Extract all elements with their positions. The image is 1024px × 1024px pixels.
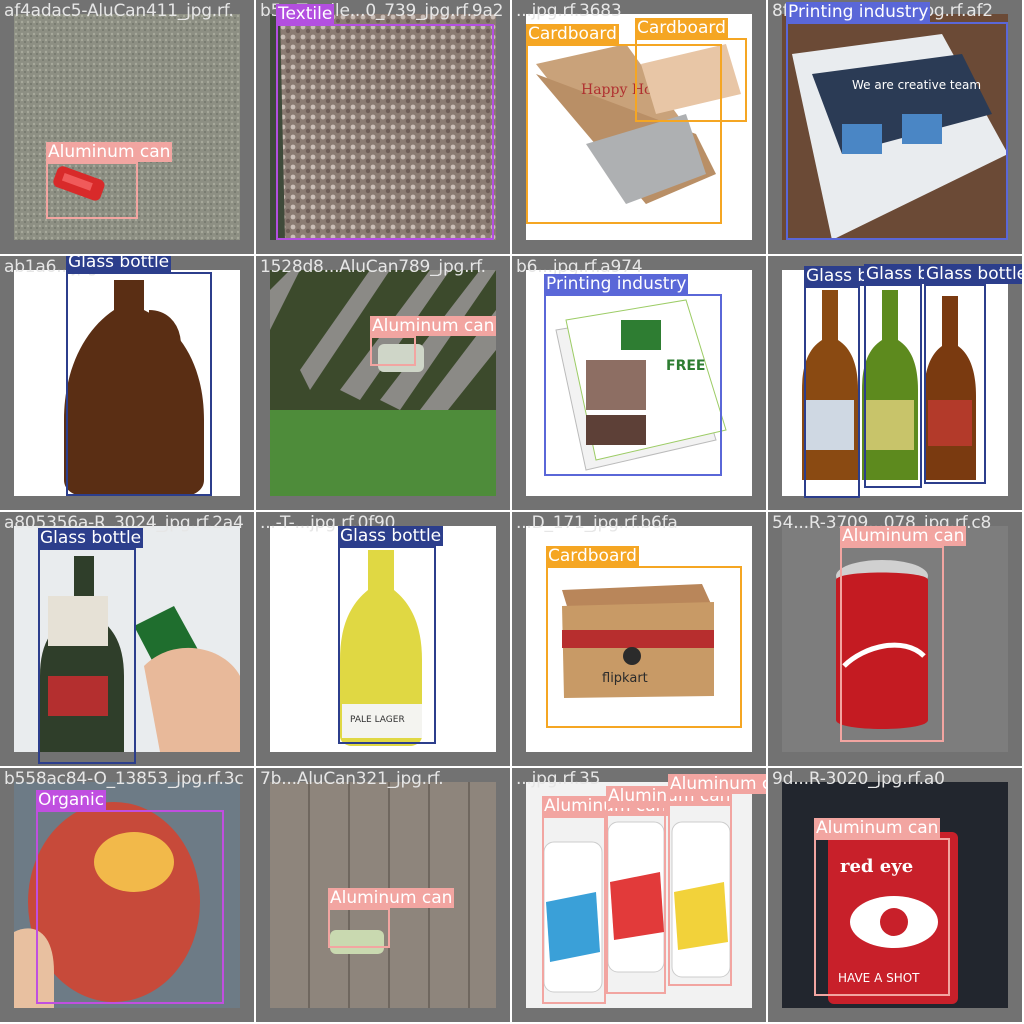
bbox-label: Glass bottle xyxy=(924,264,1022,284)
bbox-label: Cardboard xyxy=(546,546,639,566)
bbox-label: Aluminum can xyxy=(370,316,497,336)
tile-glass-growler: ab1a6...jpg.rf.bb7 Glass bottle xyxy=(0,256,254,510)
bbox-label: Printing industry xyxy=(544,274,689,294)
bbox: Aluminum can xyxy=(328,888,455,948)
bbox: Aluminum can xyxy=(370,316,497,366)
bbox: Cardboard xyxy=(635,18,747,122)
tile-bottle-opener: a805356a-R_3024_jpg.rf.2a4 Glass bottle xyxy=(0,512,254,766)
bbox-label: Aluminum can xyxy=(814,818,941,838)
tile-red-eye-can: red eye HAVE A SHOT 9d...R-3020_jpg.rf.a… xyxy=(768,768,1022,1022)
tile-cardboard-box: flipkart ...D_171_jpg.rf.b6fa Cardboard xyxy=(512,512,766,766)
bbox: Textile xyxy=(276,4,494,240)
tile-three-bottles: Glass b Glass b Glass bottle xyxy=(768,256,1022,510)
tile-filename: ...D_171_jpg.rf.b6fa xyxy=(516,513,678,533)
tile-filename: b558ac84-O_13853_jpg.rf.3c xyxy=(4,769,244,789)
bbox: Cardboard xyxy=(546,546,742,728)
tile-printing-flyers: FREE b6...jpg.rf.a974 Printing industry xyxy=(512,256,766,510)
bbox-label: Cardboard xyxy=(526,24,619,44)
tile-organic: b558ac84-O_13853_jpg.rf.3c Organic xyxy=(0,768,254,1022)
tile-printing-flyers-wood: We are creative team 8f...7067-R-8059_jp… xyxy=(768,0,1022,254)
bbox-label: Printing industry xyxy=(786,2,931,22)
bbox: Aluminum can xyxy=(46,142,173,219)
bbox: Glass b xyxy=(864,264,931,488)
tile-yellow-bottle: PALE LAGER ...-T-...jpg.rf.0f90 Glass bo… xyxy=(256,512,510,766)
bbox-label: Aluminum can xyxy=(46,142,173,162)
bbox-label: Glass bottle xyxy=(338,526,444,546)
tile-filename: ...jpg.rf.3683 xyxy=(516,1,622,21)
bbox-label: Aluminum can xyxy=(668,774,766,794)
tile-cola-can: 54...R-3709...078_jpg.rf.c8 Aluminum can xyxy=(768,512,1022,766)
bbox-label: Glass bottle xyxy=(38,528,144,548)
bbox: Glass b xyxy=(804,266,871,498)
bbox: Glass bottle xyxy=(38,528,144,764)
tile-filename: 1528d8...AluCan789_jpg.rf. xyxy=(260,257,486,277)
bbox-label: Cardboard xyxy=(635,18,728,38)
tile-filename: 9d...R-3020_jpg.rf.a0 xyxy=(772,769,945,789)
bbox: Glass bottle xyxy=(338,526,444,744)
tile-filename: ...jpg.rf.35 xyxy=(516,769,601,789)
bbox: Printing industry xyxy=(786,2,1008,240)
bbox: Aluminum can xyxy=(840,526,967,742)
tile-filename: af4adac5-AluCan411_jpg.rf. xyxy=(4,1,234,21)
bbox-label: Textile xyxy=(276,4,335,24)
photo-deck-can xyxy=(270,270,496,496)
tile-can-wood: 7b...AluCan321_jpg.rf. Aluminum can xyxy=(256,768,510,1022)
bbox: Aluminum can xyxy=(606,786,733,994)
tile-aluminum-can-deck: 1528d8...AluCan789_jpg.rf. Aluminum can xyxy=(256,256,510,510)
bbox-label: Glass bottle xyxy=(66,256,172,272)
bbox: Glass bottle xyxy=(66,256,212,496)
bbox: Printing industry xyxy=(544,274,722,476)
tile-pop-cans: ...jpg.rf.35 Aluminum can Aluminum can A… xyxy=(512,768,766,1022)
tile-cardboard: Happy Holidays ...jpg.rf.3683 Cardboard … xyxy=(512,0,766,254)
bbox-label: Glass b xyxy=(804,266,871,286)
bbox-label: Aluminum can xyxy=(328,888,455,908)
detection-grid: af4adac5-AluCan411_jpg.rf. Aluminum can … xyxy=(0,0,1024,1024)
tile-textile: b5...Textile...0_739_jpg.rf.9a2 Textile xyxy=(256,0,510,254)
bbox: Aluminum can xyxy=(814,818,950,996)
bbox-label: Glass b xyxy=(864,264,931,284)
bbox: Aluminum can xyxy=(542,796,669,1004)
bbox: Organic xyxy=(36,790,224,1004)
bbox: Aluminum can xyxy=(668,774,766,986)
tile-filename: 7b...AluCan321_jpg.rf. xyxy=(260,769,444,789)
bbox: Glass bottle xyxy=(924,264,1022,484)
tile-aluminum-can-grass: af4adac5-AluCan411_jpg.rf. Aluminum can xyxy=(0,0,254,254)
bbox-label: Aluminum can xyxy=(840,526,967,546)
bbox-label: Organic xyxy=(36,790,107,810)
